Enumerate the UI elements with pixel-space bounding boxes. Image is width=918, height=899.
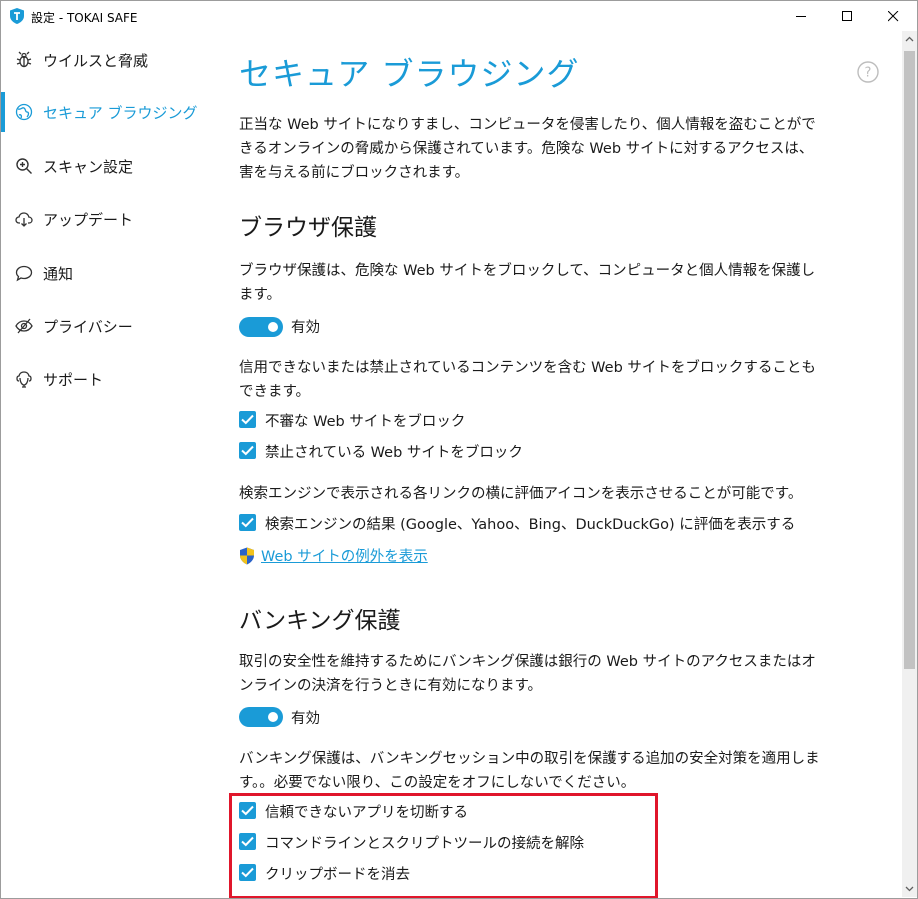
sidebar-item-label: 通知 bbox=[43, 265, 74, 283]
sidebar-item-virus-threats[interactable]: ウイルスと脅威 bbox=[1, 40, 223, 80]
checkbox-label: 禁止されている Web サイトをブロック bbox=[265, 445, 523, 461]
sidebar-item-label: セキュア ブラウジング bbox=[43, 104, 198, 122]
title-bar[interactable]: 設定 - TOKAI SAFE bbox=[1, 1, 917, 31]
maximize-button[interactable] bbox=[825, 1, 871, 31]
checkmark-icon bbox=[241, 414, 254, 425]
block-suspicious-sites-checkbox[interactable] bbox=[239, 411, 256, 428]
scrollbar-thumb[interactable] bbox=[904, 51, 915, 669]
main-content: セキュア ブラウジング ? 正当な Web サイトになりすまし、コンピュータを侵… bbox=[223, 31, 903, 897]
scan-icon bbox=[16, 158, 32, 174]
globe-icon bbox=[15, 103, 33, 121]
svg-text:?: ? bbox=[865, 66, 872, 81]
support-icon bbox=[16, 371, 32, 388]
checkmark-icon bbox=[241, 445, 254, 456]
scroll-down-button[interactable] bbox=[902, 880, 917, 897]
sidebar-item-update[interactable]: アップデート bbox=[1, 199, 223, 239]
sidebar-item-label: サポート bbox=[43, 371, 104, 389]
cloud-download-icon bbox=[15, 212, 33, 227]
intro-text: 正当な Web サイトになりすまし、コンピュータを侵害したり、個人情報を盗むこと… bbox=[239, 117, 816, 181]
highlight-box bbox=[229, 793, 658, 898]
website-exceptions-link[interactable]: Web サイトの例外を表示 bbox=[261, 545, 428, 566]
checkbox-label: 検索エンジンの結果 (Google、Yahoo、Bing、DuckDuckGo)… bbox=[265, 517, 796, 533]
block-content-description: 信用できないまたは禁止されているコンテンツを含む Web サイトをブロックするこ… bbox=[239, 360, 816, 400]
minimize-icon bbox=[796, 16, 806, 17]
sidebar-item-label: プライバシー bbox=[43, 318, 133, 336]
sidebar-item-notifications[interactable]: 通知 bbox=[1, 253, 223, 293]
sidebar-item-scan-settings[interactable]: スキャン設定 bbox=[1, 146, 223, 186]
rating-description: 検索エンジンで表示される各リンクの横に評価アイコンを表示させることが可能です。 bbox=[239, 486, 803, 502]
vertical-scrollbar[interactable] bbox=[902, 31, 917, 897]
sidebar-nav: ウイルスと脅威 セキュア ブラウジング スキャン設定 アップデート 通知 プライ… bbox=[1, 31, 223, 897]
checkbox-label: 不審な Web サイトをブロック bbox=[265, 414, 466, 430]
browser-protection-heading: ブラウザ保護 bbox=[239, 215, 377, 241]
window-title: 設定 - TOKAI SAFE bbox=[31, 11, 138, 25]
banking-protection-description: 取引の安全性を維持するためにバンキング保護は銀行の Web サイトのアクセスまた… bbox=[239, 654, 816, 694]
chat-bubble-icon bbox=[15, 265, 33, 282]
tokai-safe-logo-icon bbox=[10, 8, 24, 24]
uac-shield-icon bbox=[240, 547, 254, 565]
sidebar-item-privacy[interactable]: プライバシー bbox=[1, 306, 223, 346]
close-icon bbox=[888, 11, 899, 22]
search-rating-checkbox[interactable] bbox=[239, 514, 256, 531]
chevron-up-icon bbox=[905, 36, 914, 42]
page-title: セキュア ブラウジング bbox=[239, 55, 580, 93]
checkmark-icon bbox=[241, 517, 254, 528]
close-button[interactable] bbox=[871, 1, 917, 31]
scroll-up-button[interactable] bbox=[902, 31, 917, 48]
eye-slash-icon bbox=[15, 318, 33, 334]
minimize-button[interactable] bbox=[779, 1, 825, 31]
sidebar-item-support[interactable]: サポート bbox=[1, 359, 223, 399]
banking-protection-heading: バンキング保護 bbox=[239, 608, 401, 634]
sidebar-item-label: アップデート bbox=[43, 211, 134, 229]
settings-window: 設定 - TOKAI SAFE ウイルスと脅威 セキュア ブラウジング スキャン… bbox=[0, 0, 918, 899]
chevron-down-icon bbox=[905, 886, 914, 892]
help-icon[interactable]: ? bbox=[857, 61, 879, 83]
bug-icon bbox=[16, 51, 32, 68]
browser-protection-toggle-label: 有効 bbox=[291, 320, 320, 336]
banking-extra-description: バンキング保護は、バンキングセッション中の取引を保護する追加の安全対策を適用しま… bbox=[239, 751, 820, 791]
browser-protection-toggle[interactable] bbox=[239, 317, 283, 337]
toggle-knob bbox=[268, 712, 278, 722]
sidebar-item-label: ウイルスと脅威 bbox=[43, 52, 149, 70]
toggle-knob bbox=[268, 322, 278, 332]
banking-protection-toggle-label: 有効 bbox=[291, 711, 320, 727]
block-forbidden-sites-checkbox[interactable] bbox=[239, 442, 256, 459]
sidebar-item-secure-browsing[interactable]: セキュア ブラウジング bbox=[1, 92, 223, 132]
banking-protection-toggle[interactable] bbox=[239, 707, 283, 727]
maximize-icon bbox=[842, 11, 852, 21]
sidebar-item-label: スキャン設定 bbox=[43, 158, 134, 176]
browser-protection-description: ブラウザ保護は、危険な Web サイトをブロックして、コンピュータと個人情報を保… bbox=[239, 263, 816, 303]
